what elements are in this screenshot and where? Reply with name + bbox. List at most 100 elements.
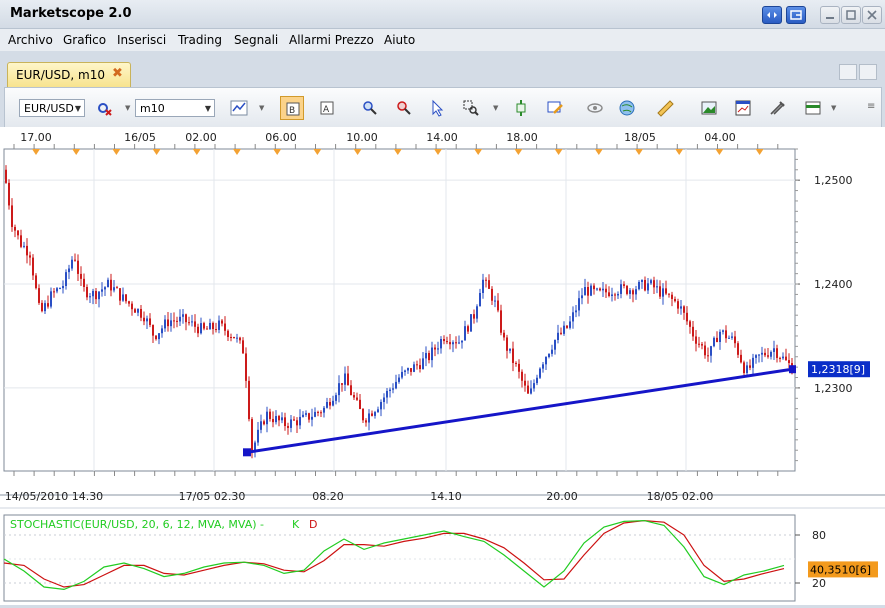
instrument-select[interactable]: EUR/USD ▼: [19, 99, 85, 117]
candle-body: [386, 390, 388, 398]
candle-body: [143, 317, 145, 322]
image-button[interactable]: [697, 96, 721, 120]
candle-body: [695, 336, 697, 344]
detach-button[interactable]: [786, 6, 806, 24]
candle-body: [557, 332, 559, 340]
candle-body: [308, 413, 310, 420]
candle-body: [368, 413, 370, 423]
candle-body: [32, 257, 34, 276]
candle-mode-button[interactable]: B: [280, 96, 304, 120]
mdi-maximize-button[interactable]: [859, 64, 877, 80]
candle-body: [53, 291, 55, 293]
candle-body: [332, 400, 334, 406]
zoom-rect-button[interactable]: [459, 96, 483, 120]
bid-ask-button[interactable]: [93, 96, 117, 120]
menu-archivo[interactable]: Archivo: [8, 33, 53, 47]
indicator-button[interactable]: [509, 96, 533, 120]
candle-body: [539, 368, 541, 378]
chart-type-button[interactable]: [227, 96, 251, 120]
candle-body: [305, 413, 307, 415]
candle-body: [440, 338, 442, 349]
export-button[interactable]: [801, 96, 825, 120]
minimize-button[interactable]: [820, 6, 840, 24]
candle-body: [515, 362, 517, 364]
candle-body: [80, 273, 82, 279]
candle-body: [215, 329, 217, 331]
chevron-down-icon: ▼: [74, 104, 81, 113]
menu-aiuto[interactable]: Aiuto: [384, 33, 415, 47]
candle-body: [731, 336, 733, 338]
candle-body: [665, 288, 667, 294]
menu-segnali[interactable]: Segnali: [234, 33, 278, 47]
candle-body: [74, 259, 76, 261]
chevron-down-icon[interactable]: ▼: [493, 104, 498, 112]
candle-body: [770, 351, 772, 357]
time-label-bottom: 14/05/2010 14.30: [5, 490, 103, 503]
candle-body: [47, 303, 49, 307]
candle-body: [578, 298, 580, 311]
chevron-down-icon[interactable]: ▼: [831, 104, 836, 112]
bar-chart-icon: [230, 100, 248, 116]
candle-body: [596, 288, 598, 290]
time-label-bottom: 08.20: [312, 490, 344, 503]
overflow-icon[interactable]: ≡: [867, 101, 875, 112]
candle-body: [179, 316, 181, 322]
ask-mode-button[interactable]: A: [315, 96, 339, 120]
svg-text:A: A: [323, 105, 330, 115]
menu-trading[interactable]: Trading: [178, 33, 222, 47]
candle-body: [671, 294, 673, 299]
time-label-bottom: 18/05 02.00: [647, 490, 714, 503]
candle-body: [452, 342, 454, 345]
eye-icon: [587, 103, 603, 113]
candle-body: [245, 353, 247, 381]
stochastic-title: STOCHASTIC(EUR/USD, 20, 6, 12, MVA, MVA)…: [10, 518, 264, 531]
chart-window-button[interactable]: [731, 96, 755, 120]
candle-body: [608, 292, 610, 297]
maximize-button[interactable]: [841, 6, 861, 24]
candle-body: [38, 288, 40, 303]
candle-body: [185, 314, 187, 323]
candle-body: [380, 401, 382, 410]
candle-body: [419, 365, 421, 369]
close-window-button[interactable]: [862, 6, 882, 24]
candle-body: [644, 279, 646, 291]
mdi-minimize-button[interactable]: [839, 64, 857, 80]
candle-body: [272, 418, 274, 423]
candle-body: [176, 320, 178, 322]
candle-body: [95, 291, 97, 300]
zoom-in-button[interactable]: [357, 96, 381, 120]
price-chart[interactable]: 17.00 16/05 02.00 06.00 10.00 14.00 18.00 18/05…: [0, 127, 885, 605]
candle-body: [89, 296, 91, 298]
draw-button[interactable]: [543, 96, 567, 120]
timeframe-select[interactable]: m10 ▼: [135, 99, 215, 117]
menu-bar: Archivo Grafico Inserisci Trading Segnal…: [0, 29, 885, 51]
candle-body: [686, 312, 688, 322]
candle-body: [521, 371, 523, 381]
eye-button[interactable]: [583, 96, 607, 120]
chevron-down-icon[interactable]: ▼: [125, 104, 130, 112]
close-icon: [867, 10, 877, 20]
candle-body: [152, 324, 154, 336]
time-label-bottom: 17/05 02.30: [179, 490, 246, 503]
globe-button[interactable]: [615, 96, 639, 120]
candle-body: [182, 314, 184, 317]
candle-body: [560, 332, 562, 334]
candle-body: [758, 354, 760, 356]
candle-body: [749, 365, 751, 368]
menu-grafico[interactable]: Grafico: [63, 33, 106, 47]
restore-layout-button[interactable]: [762, 6, 782, 24]
trendline-handle-end: [789, 365, 796, 374]
zoom-out-button[interactable]: [391, 96, 415, 120]
candle-body: [488, 280, 490, 289]
ruler-button[interactable]: [653, 96, 677, 120]
tab-eurusd-m10[interactable]: EUR/USD, m10 ✖: [7, 62, 131, 87]
menu-allarmi-prezzo[interactable]: Allarmi Prezzo: [289, 33, 374, 47]
tools-button[interactable]: [765, 96, 789, 120]
chevron-down-icon[interactable]: ▼: [259, 104, 264, 112]
zoom-rect-icon: [463, 100, 479, 116]
candle-body: [92, 291, 94, 297]
tab-close-icon[interactable]: ✖: [112, 66, 123, 81]
cursor-button[interactable]: [425, 96, 449, 120]
candle-body: [218, 320, 220, 330]
menu-inserisci[interactable]: Inserisci: [117, 33, 166, 47]
